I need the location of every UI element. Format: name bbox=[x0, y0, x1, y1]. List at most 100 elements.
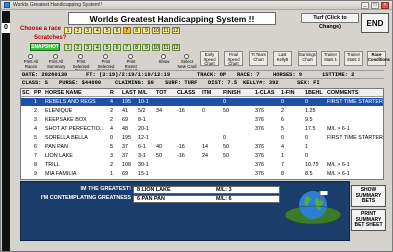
table-cell-ml: 20-1 bbox=[138, 126, 149, 132]
snapshot-number-7[interactable]: 7 bbox=[122, 44, 131, 51]
snapshot-number-1[interactable]: 1 bbox=[64, 44, 72, 51]
column-header[interactable]: SC bbox=[22, 89, 30, 97]
team-chart-button[interactable]: Tt Team Chart bbox=[249, 51, 268, 66]
table-cell-r: 2 bbox=[110, 108, 113, 114]
table-cell-name: TRILL bbox=[45, 162, 60, 168]
table-row[interactable]: 9 MIA FAMILIA 1 69 15-1 376 8 8.5 M/L > 6-1 bbox=[21, 170, 383, 178]
column-header[interactable]: COMMENTS bbox=[327, 89, 358, 97]
snapshot-number-11[interactable]: 11 bbox=[162, 44, 170, 51]
table-cell-last: 195 bbox=[122, 135, 131, 141]
snapshot-number-3[interactable]: 3 bbox=[83, 44, 92, 51]
final-speed-chart-button[interactable]: Final Speed Chart bbox=[224, 51, 243, 66]
column-header[interactable]: PP bbox=[34, 89, 41, 97]
table-cell-r: 0 bbox=[110, 135, 113, 141]
table-header: SC PP HORSE NAME R LAST M/L TOT CLASS ITM FINISH 1… bbox=[21, 89, 383, 97]
column-header[interactable]: HORSE NAME bbox=[45, 89, 82, 97]
table-cell-name: LION LAKE bbox=[45, 153, 73, 159]
snapshot-number-6[interactable]: 6 bbox=[113, 44, 121, 51]
snapshot-number-12[interactable]: 12 bbox=[171, 44, 180, 51]
table-cell-c1: 376 bbox=[255, 108, 264, 114]
table-cell-comments: M/L > 6-1 bbox=[327, 171, 350, 177]
race-button-10[interactable]: 10 bbox=[152, 27, 161, 34]
race-button-3[interactable]: 3 bbox=[83, 27, 92, 34]
table-cell-last: 108 bbox=[122, 162, 131, 168]
last-kelly-button[interactable]: Last Kelly8 bbox=[273, 51, 292, 66]
print-option-label-2: Print All Summary bbox=[47, 59, 66, 69]
snapshot-number-10[interactable]: 10 bbox=[152, 44, 161, 51]
table-cell-b1: 10.75 bbox=[305, 162, 319, 168]
trainer-stats-1-button[interactable]: Trainer Stats 1 bbox=[321, 51, 340, 66]
table-cell-pp: 6 bbox=[34, 144, 37, 150]
race-button-4[interactable]: 4 bbox=[93, 27, 102, 34]
race-button-2[interactable]: 2 bbox=[73, 27, 82, 34]
table-cell-name: KEEPSAKE BOX bbox=[45, 117, 87, 123]
contemplating-pick-ml: M/L: 6 bbox=[216, 196, 232, 202]
column-header[interactable]: LAST bbox=[122, 89, 136, 97]
snapshot-number-5[interactable]: 5 bbox=[103, 44, 112, 51]
snapshot-button[interactable]: SNAPSHOT bbox=[30, 43, 60, 51]
race-button-8[interactable]: 8 bbox=[132, 27, 141, 34]
race-button-1[interactable]: 1 bbox=[64, 27, 72, 34]
table-cell-c1: 376 bbox=[255, 144, 264, 150]
side-number: 0 bbox=[2, 23, 10, 33]
column-header[interactable]: 1-CLAS bbox=[255, 89, 274, 97]
column-header[interactable]: M/L bbox=[138, 89, 147, 97]
table-row[interactable]: 4 SHOT AT PERFECTIO... 4 48 20-1 376 5 17.5 M/L … bbox=[21, 125, 383, 133]
table-cell-r: 4 bbox=[110, 99, 113, 105]
table-cell-last: 37 bbox=[122, 153, 128, 159]
print-summary-bet-sheet-button[interactable]: PRINT SUMMARY BET SHEET bbox=[351, 209, 386, 231]
column-header[interactable]: TOT bbox=[156, 89, 167, 97]
maximize-button[interactable]: □ bbox=[371, 2, 379, 9]
minimize-button[interactable]: _ bbox=[361, 2, 369, 9]
snapshot-number-4[interactable]: 4 bbox=[93, 44, 102, 51]
table-cell-last: 41 bbox=[122, 108, 128, 114]
table-cell-tot: 50 bbox=[156, 153, 162, 159]
early-speed-chart-button[interactable]: Early Speed Chart bbox=[200, 51, 219, 66]
table-cell-c1: 376 bbox=[255, 117, 264, 123]
table-cell-r: 2 bbox=[110, 117, 113, 123]
table-cell-f1: 0 bbox=[281, 99, 284, 105]
earnings-chart-button[interactable]: Earnings Chart bbox=[298, 51, 317, 66]
race-button-9[interactable]: 9 bbox=[142, 27, 151, 34]
race-button-7[interactable]: 7 bbox=[122, 27, 131, 34]
end-button[interactable]: END bbox=[361, 13, 389, 33]
table-cell-f1: 7 bbox=[281, 162, 284, 168]
column-header[interactable]: ITM bbox=[202, 89, 211, 97]
race-button-6[interactable]: 6 bbox=[113, 27, 121, 34]
window-title: Worlds Greatest Handicapping System!! bbox=[13, 2, 102, 8]
show-summary-bets-button[interactable]: SHOW SUMMARY BETS bbox=[351, 185, 386, 207]
table-row[interactable]: 3 KEEPSAKE BOX 2 69 8-1 376 6 9.5 bbox=[21, 116, 383, 124]
column-header[interactable]: 1-FIN bbox=[281, 89, 294, 97]
table-cell-b1: 1.25 bbox=[305, 108, 316, 114]
table-row[interactable]: 7 LION LAKE 3 37 3-1 50 -16 24 50 376 1 0 bbox=[21, 152, 383, 160]
column-header[interactable]: 1BEHL bbox=[305, 89, 323, 97]
column-header[interactable]: FINISH bbox=[223, 89, 241, 97]
race-info-bar-1: DATE: 20260130 FT: (3:19)/2:19/1:19/12:1… bbox=[20, 70, 384, 78]
race-button-12[interactable]: 12 bbox=[171, 27, 180, 34]
close-button[interactable]: × bbox=[381, 2, 389, 9]
table-row[interactable]: 5 SORELLA BELLA 0 195 12-1 0 0 0 FIRST TIME STAR… bbox=[21, 134, 383, 142]
table-cell-tot: 34 bbox=[156, 108, 162, 114]
horse-table[interactable]: SC PP HORSE NAME R LAST M/L TOT CLASS ITM FINISH 1… bbox=[20, 88, 384, 180]
table-cell-f1: 1 bbox=[281, 153, 284, 159]
column-header[interactable]: CLASS bbox=[177, 89, 195, 97]
column-header[interactable]: R bbox=[110, 89, 114, 97]
race-button-5[interactable]: 5 bbox=[103, 27, 112, 34]
table-row[interactable]: 8 TRILL 2 108 30-1 376 7 10.75 M/L > 6-1 bbox=[21, 161, 383, 169]
table-cell-finish: 0 bbox=[223, 99, 226, 105]
table-row[interactable]: 1 REBELS AND REGS 4 195 10-1 0 0 0 FIRST TIME ST… bbox=[21, 98, 383, 106]
race-button-11[interactable]: 11 bbox=[162, 27, 170, 34]
snapshot-number-8[interactable]: 8 bbox=[132, 44, 141, 51]
snapshot-number-9[interactable]: 9 bbox=[142, 44, 151, 51]
turf-toggle-button[interactable]: Turf (Click to Change) bbox=[301, 13, 359, 30]
snapshot-number-2[interactable]: 2 bbox=[73, 44, 82, 51]
table-row[interactable]: 6 PAN PAN 5 37 6-1 40 -16 14 50 376 4 1 bbox=[21, 143, 383, 151]
table-cell-name: SORELLA BELLA bbox=[45, 135, 88, 141]
table-cell-f1: 5 bbox=[281, 126, 284, 132]
table-cell-pp: 1 bbox=[34, 99, 37, 105]
table-row[interactable]: 2 ELENIQUE 2 41 5/2 34 -16 0 50 376 2 1.25 bbox=[21, 107, 383, 115]
race-conditions-button[interactable]: Race Conditions bbox=[367, 51, 390, 66]
table-cell-c1: 376 bbox=[255, 162, 264, 168]
trainer-stats-2-button[interactable]: Trainer Stats 2 bbox=[344, 51, 363, 66]
table-cell-finish: 0 bbox=[223, 135, 226, 141]
